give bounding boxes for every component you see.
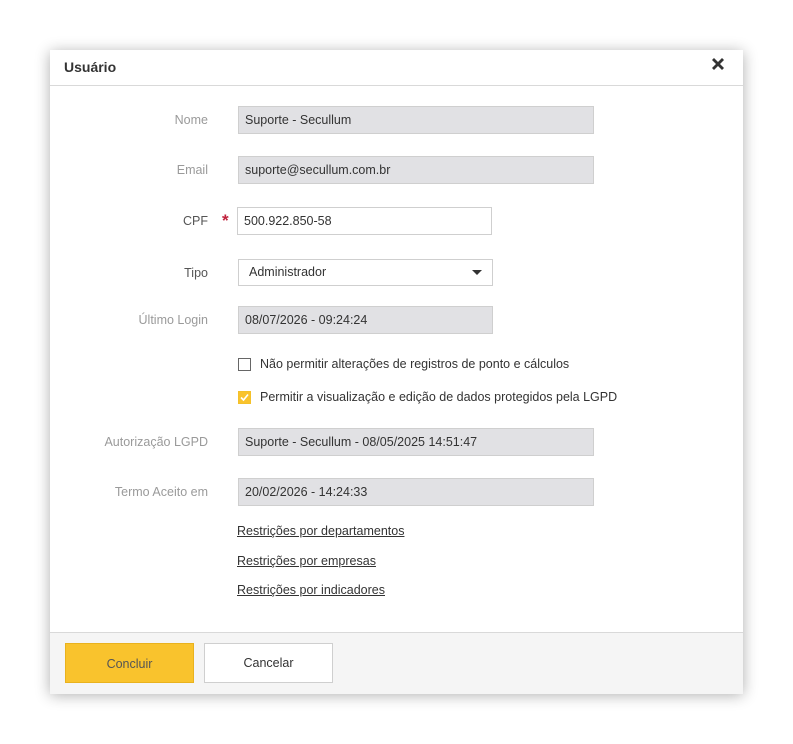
termo-aceito-row: Termo Aceito em 20/02/2026 - 14:24:33 [50,478,743,508]
dialog-header: Usuário [50,50,743,86]
autorizacao-lgpd-row: Autorização LGPD Suporte - Secullum - 08… [50,428,743,458]
ultimo-login-row: Último Login 08/07/2026 - 09:24:24 [50,306,743,336]
nome-label: Nome [174,113,208,127]
nome-field: Suporte - Secullum [238,106,594,134]
checkbox-lgpd[interactable] [238,391,251,404]
autorizacao-lgpd-label: Autorização LGPD [104,435,208,449]
ultimo-login-field: 08/07/2026 - 09:24:24 [238,306,493,334]
cpf-row: CPF * 500.922.850-58 [50,207,743,237]
dialog-title: Usuário [64,59,117,75]
required-mark: * [222,211,229,230]
termo-aceito-field: 20/02/2026 - 14:24:33 [238,478,594,506]
tipo-row: Tipo Administrador [50,259,743,289]
email-row: Email suporte@secullum.com.br [50,156,743,186]
checkbox-alteracoes-label: Não permitir alterações de registros de … [260,357,570,371]
tipo-select[interactable]: Administrador [238,259,493,286]
tipo-select-value: Administrador [249,265,327,279]
termo-aceito-label: Termo Aceito em [114,485,208,499]
email-field: suporte@secullum.com.br [238,156,594,184]
ultimo-login-label: Último Login [138,313,208,327]
nome-row: Nome Suporte - Secullum [50,106,743,136]
checkmark-icon [240,393,249,402]
tipo-label: Tipo [184,266,208,280]
link-restricoes-departamentos[interactable]: Restrições por departamentos [237,524,404,538]
checkbox-alteracoes[interactable] [238,358,251,371]
chevron-down-icon [472,270,482,275]
checkbox-lgpd-label: Permitir a visualização e edição de dado… [260,390,618,404]
autorizacao-lgpd-field: Suporte - Secullum - 08/05/2025 14:51:47 [238,428,594,456]
cpf-label: CPF [183,214,208,228]
user-dialog: Usuário Nome Suporte - Secullum Email su… [50,50,743,694]
cpf-input[interactable]: 500.922.850-58 [237,207,492,235]
link-restricoes-empresas[interactable]: Restrições por empresas [237,554,376,568]
close-icon[interactable] [707,54,729,76]
dialog-footer: Concluir Cancelar [50,632,743,694]
cancelar-button[interactable]: Cancelar [204,643,333,683]
email-label: Email [176,163,208,177]
link-restricoes-indicadores[interactable]: Restrições por indicadores [237,583,385,597]
concluir-button[interactable]: Concluir [65,643,194,683]
